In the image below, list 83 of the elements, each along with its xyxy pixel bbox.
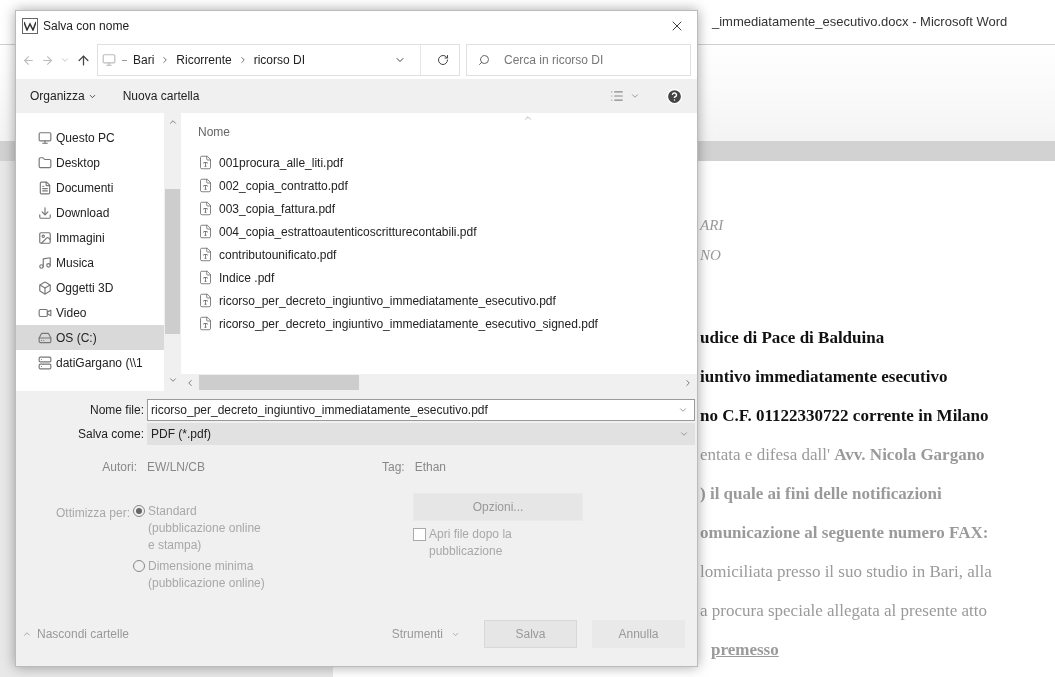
file-row[interactable]: contributounificato.pdf: [198, 243, 697, 266]
scroll-up-icon[interactable]: [167, 117, 178, 127]
breadcrumb-item[interactable]: Ricorrente: [176, 51, 232, 69]
pdf-file-icon: [198, 293, 213, 308]
sidebar-item[interactable]: Documenti: [16, 175, 164, 200]
sort-indicator-icon: [523, 113, 533, 123]
pdf-file-icon: [198, 247, 213, 262]
back-icon[interactable]: [22, 53, 35, 67]
search-icon: [478, 54, 490, 66]
document-text: udice di Pace di Balduina: [700, 328, 885, 347]
new-folder-button[interactable]: Nuova cartella: [122, 87, 200, 105]
music-icon: [38, 255, 52, 270]
folder-icon: [38, 155, 52, 170]
file-row[interactable]: 002_copia_contratto.pdf: [198, 174, 697, 197]
authors-label: Autori:: [101, 459, 138, 476]
file-row[interactable]: Indice .pdf: [198, 266, 697, 289]
dialog-title: Salva con nome: [43, 18, 131, 35]
recent-locations-icon[interactable]: [60, 55, 70, 65]
file-name-label: Nome file:: [88, 402, 145, 419]
file-row[interactable]: ricorso_per_decreto_ingiuntivo_immediatamente_esecutivo.pdf: [198, 289, 697, 312]
address-bar[interactable]: Bari Ricorrente ricorso DI: [97, 44, 460, 76]
file-row[interactable]: ricorso_per_decreto_ingiuntivo_immediatamente_esecutivo_signed.pdf: [198, 312, 697, 335]
file-row[interactable]: 004_copia_estrattoautenticoscritturecontabili.pdf: [198, 220, 697, 243]
scroll-right-icon[interactable]: [683, 377, 693, 388]
view-dropdown-icon[interactable]: [630, 91, 640, 101]
document-text: omunicazione al seguente numero FAX:: [700, 523, 989, 542]
tags-label: Tag:: [382, 459, 406, 476]
pdf-file-icon: [198, 316, 213, 331]
breadcrumb-item[interactable]: Bari: [133, 51, 155, 69]
file-name-field[interactable]: ricorso_per_decreto_ingiuntivo_immediatamente_esecutivo.pdf: [147, 399, 695, 421]
sidebar-item[interactable]: Desktop: [16, 150, 164, 175]
dropdown-icon[interactable]: [678, 405, 688, 415]
document-text: premesso: [711, 640, 779, 659]
file-row[interactable]: 001procura_alle_liti.pdf: [198, 151, 697, 174]
sidebar-item[interactable]: datiGargano (\\1: [16, 350, 164, 375]
organize-menu[interactable]: Organizza: [30, 87, 97, 105]
pdf-file-icon: [198, 178, 213, 193]
file-row[interactable]: 003_copia_fattura.pdf: [198, 197, 697, 220]
word-app-icon: [22, 18, 38, 34]
optimize-label: Ottimizza per:: [55, 505, 131, 522]
sidebar-item[interactable]: Musica: [16, 250, 164, 275]
image-icon: [38, 230, 52, 245]
document-text: iuntivo immediatamente esecutivo: [700, 367, 948, 386]
sidebar-item[interactable]: Questo PC: [16, 125, 164, 150]
sidebar-item[interactable]: Video: [16, 300, 164, 325]
dropdown-icon: [679, 429, 689, 439]
network-drive-icon: [38, 355, 52, 370]
pdf-file-icon: [198, 224, 213, 239]
document-text: a procura speciale allegata al presente atto: [700, 601, 987, 620]
pc-icon: [102, 53, 116, 67]
document-text: ARI: [700, 217, 724, 233]
pdf-file-icon: [198, 270, 213, 285]
drive-icon: [38, 330, 52, 345]
checkbox[interactable]: [413, 528, 426, 541]
file-type-select[interactable]: PDF (*.pdf): [147, 423, 695, 445]
document-icon: [38, 180, 52, 195]
search-field[interactable]: Cerca in ricorso DI: [466, 44, 691, 76]
view-options-icon[interactable]: [610, 89, 624, 103]
document-text: NO: [700, 247, 721, 263]
save-as-label: Salva come:: [76, 426, 145, 443]
window-title: _immediatamente_esecutivo.docx - Microsoft Word: [712, 13, 1008, 32]
help-icon[interactable]: [666, 87, 683, 105]
breadcrumb-item[interactable]: ricorso DI: [253, 51, 306, 69]
sidebar-item[interactable]: OS (C:): [16, 325, 164, 350]
document-text: lomiciliata presso il suo studio in Bari, alla: [700, 562, 992, 581]
refresh-icon[interactable]: [437, 54, 449, 66]
scroll-down-icon[interactable]: [167, 375, 178, 385]
document-text: no C.F. 01122330722 corrente in Milano: [700, 406, 989, 425]
column-header[interactable]: Nome: [198, 119, 697, 145]
document-text: entata e difesa dall' Avv. Nicola Gargano: [700, 445, 985, 464]
sidebar-item[interactable]: Download: [16, 200, 164, 225]
scroll-left-icon[interactable]: [185, 377, 195, 388]
download-icon: [38, 205, 52, 220]
sidebar-item[interactable]: Immagini: [16, 225, 164, 250]
document-text: ) il quale ai fini delle notificazioni: [700, 484, 942, 503]
up-icon[interactable]: [76, 52, 91, 68]
collapse-icon: [22, 629, 32, 639]
computer-icon: [38, 130, 52, 145]
sidebar-item[interactable]: Oggetti 3D: [16, 275, 164, 300]
pdf-file-icon: [198, 155, 213, 170]
pdf-file-icon: [198, 201, 213, 216]
cube-icon: [38, 280, 52, 295]
forward-icon[interactable]: [41, 53, 54, 67]
